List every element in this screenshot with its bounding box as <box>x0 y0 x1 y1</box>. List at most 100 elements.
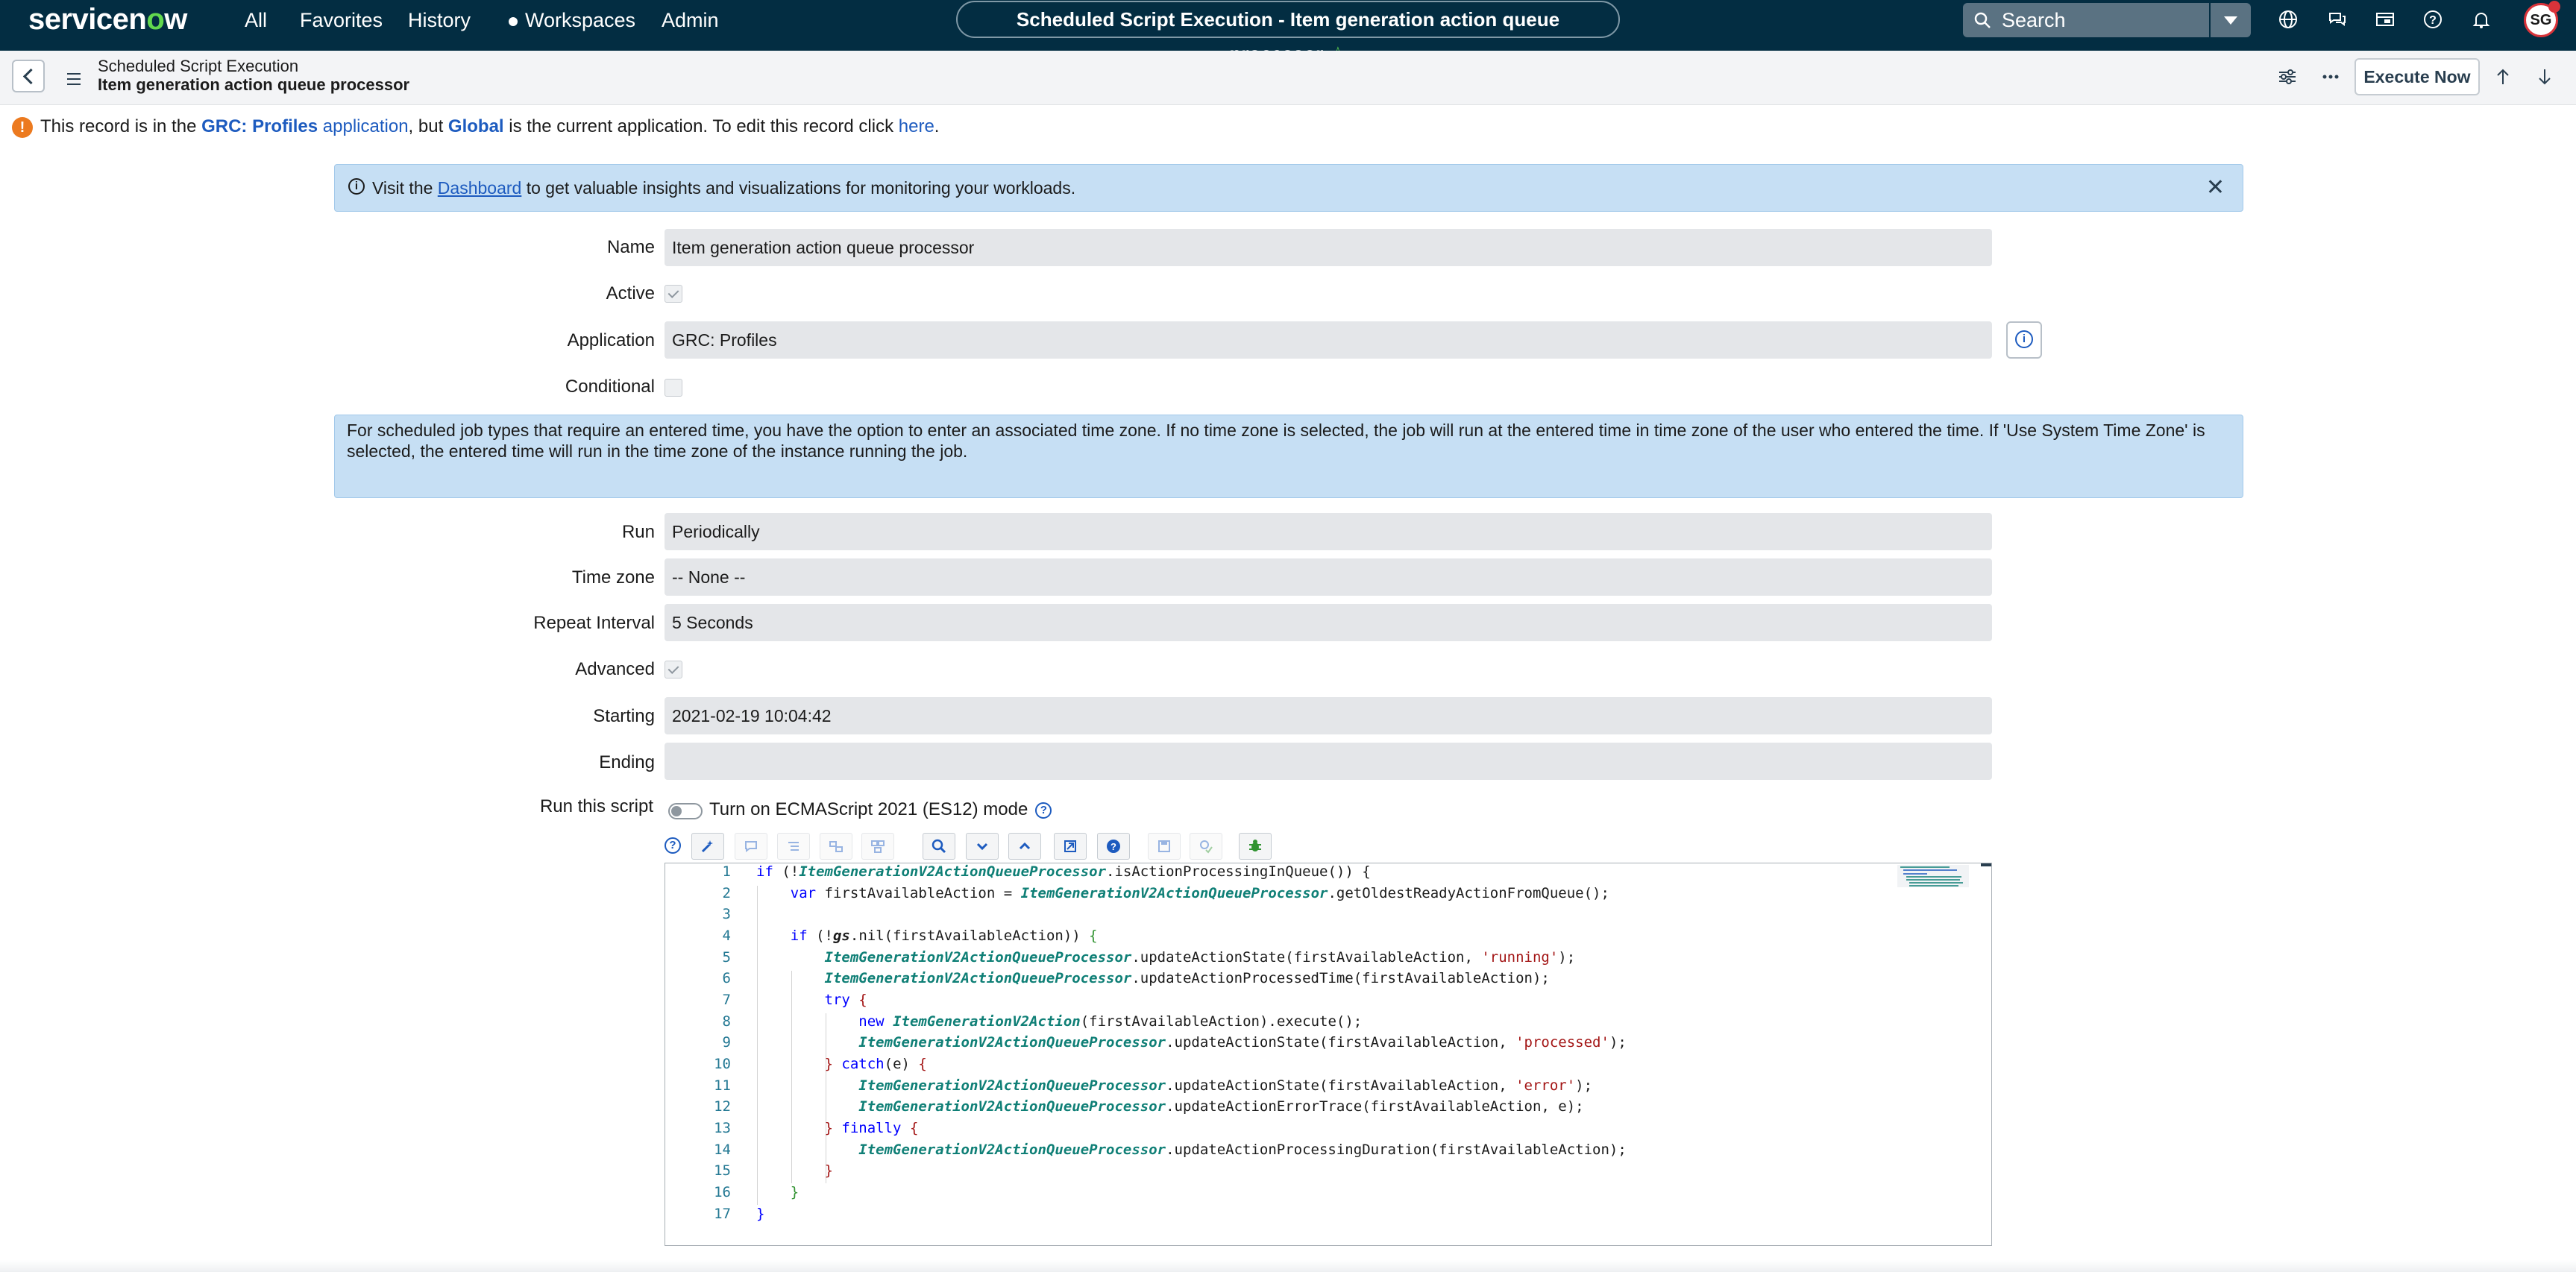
line-number: 12 <box>714 1098 731 1115</box>
active-checkbox[interactable] <box>665 285 682 303</box>
save-icon <box>1158 840 1170 852</box>
next-match-button[interactable] <box>966 833 999 860</box>
line-number: 9 <box>722 1034 731 1051</box>
line-number: 10 <box>714 1056 731 1072</box>
scope-app-link[interactable]: GRC: Profiles <box>201 116 318 136</box>
fullscreen-icon <box>1064 840 1076 852</box>
timezone-label: Time zone <box>571 567 655 588</box>
advanced-checkbox[interactable] <box>665 661 682 678</box>
repeat-interval-label: Repeat Interval <box>533 613 655 633</box>
back-button[interactable] <box>12 60 45 92</box>
dashboard-link[interactable]: Dashboard <box>438 178 522 198</box>
nav-history[interactable]: History <box>408 9 471 32</box>
code-line: ItemGenerationV2ActionQueueProcessor.upd… <box>824 970 1550 986</box>
timezone-select[interactable]: -- None -- <box>665 558 1992 596</box>
replace-all-icon <box>871 840 885 853</box>
save-button[interactable] <box>1148 833 1181 860</box>
application-field[interactable]: GRC: Profiles <box>665 321 1992 359</box>
replace-button[interactable] <box>820 833 852 860</box>
svg-text:?: ? <box>2429 14 2437 27</box>
execute-now-button[interactable]: Execute Now <box>2354 58 2480 95</box>
code-line: ItemGenerationV2ActionQueueProcessor.upd… <box>858 1142 1627 1158</box>
nav-all[interactable]: All <box>245 9 267 32</box>
code-line: if (!ItemGenerationV2ActionQueueProcesso… <box>756 863 1371 880</box>
advanced-label: Advanced <box>575 659 655 679</box>
script-editor[interactable]: 1 2 3 4 5 6 7 8 9 10 11 12 13 14 15 16 1… <box>665 863 1992 1246</box>
form-header: Scheduled Script Execution Item generati… <box>0 51 2576 105</box>
scripting-assistant-icon <box>701 840 713 853</box>
code-line: } <box>824 1162 833 1179</box>
record-display-name: Item generation action queue processor <box>98 75 410 94</box>
globe-icon[interactable] <box>2278 9 2299 30</box>
more-icon[interactable] <box>2319 66 2342 88</box>
timezone-info-banner: For scheduled job types that require an … <box>334 415 2243 498</box>
info-icon: i <box>348 178 365 195</box>
editor-help-icon[interactable]: ? <box>665 837 681 854</box>
nav-favorites[interactable]: Favorites <box>300 9 383 32</box>
editor-help-button[interactable]: ? <box>1097 833 1130 860</box>
warning-icon: ! <box>12 117 33 138</box>
code-line: ItemGenerationV2ActionQueueProcessor.upd… <box>858 1034 1627 1051</box>
scripting-assistant-button[interactable] <box>691 833 724 860</box>
line-number: 7 <box>722 992 731 1008</box>
replace-all-button[interactable] <box>861 833 894 860</box>
conditional-checkbox[interactable] <box>665 379 682 397</box>
format-code-button[interactable] <box>777 833 810 860</box>
code-line: new ItemGenerationV2Action(firstAvailabl… <box>858 1013 1363 1030</box>
name-label: Name <box>606 237 655 257</box>
application-label: Application <box>567 330 655 350</box>
global-search-input[interactable]: Search <box>1963 3 2209 37</box>
servicenow-logo[interactable]: servicenow <box>28 3 187 37</box>
code-minimap[interactable] <box>1897 865 1969 887</box>
arrow-down-icon[interactable] <box>2533 66 2556 88</box>
user-avatar[interactable]: SG <box>2524 1 2560 37</box>
scope-notice-text: This record is in the GRC: Profiles appl… <box>40 116 940 136</box>
application-info-button[interactable] <box>2006 321 2042 359</box>
syntax-check-button[interactable] <box>1190 833 1222 860</box>
run-select[interactable]: Periodically <box>665 513 1992 550</box>
context-title-pill[interactable]: Scheduled Script Execution - Item genera… <box>956 1 1620 65</box>
search-icon <box>1974 12 1991 28</box>
help-icon: ? <box>1107 840 1120 853</box>
line-number: 1 <box>722 863 731 880</box>
arrow-up-icon[interactable] <box>2492 66 2514 88</box>
line-number: 11 <box>714 1077 731 1094</box>
previous-icon <box>1019 842 1031 850</box>
debug-icon <box>1249 840 1261 851</box>
line-number: 3 <box>722 906 731 922</box>
next-icon <box>976 843 988 851</box>
current-app-link[interactable]: Global <box>448 116 504 136</box>
line-number: 8 <box>722 1013 731 1030</box>
name-field[interactable]: Item generation action queue processor <box>665 229 1992 266</box>
context-menu-icon[interactable] <box>67 73 81 89</box>
code-line: ItemGenerationV2ActionQueueProcessor.upd… <box>858 1077 1593 1094</box>
ending-field[interactable] <box>665 743 1992 780</box>
editor-scrollbar[interactable] <box>1981 863 1991 866</box>
code-line: try { <box>824 992 867 1008</box>
scope-app-word-link[interactable]: application <box>323 116 409 136</box>
nav-admin[interactable]: Admin <box>662 9 719 32</box>
es12-toggle[interactable] <box>668 803 703 819</box>
toggle-comment-button[interactable] <box>735 833 767 860</box>
code-line: } finally { <box>824 1120 919 1136</box>
settings-sliders-icon[interactable] <box>2276 66 2299 88</box>
fullscreen-button[interactable] <box>1054 833 1087 860</box>
repeat-interval-field[interactable]: 5 Seconds <box>665 604 1992 641</box>
search-button[interactable] <box>923 833 955 860</box>
es12-help-icon[interactable]: ? <box>1035 802 1052 819</box>
chat-icon[interactable] <box>2327 9 2348 30</box>
edit-here-link[interactable]: here <box>899 116 934 136</box>
ending-label: Ending <box>599 752 655 772</box>
starting-field[interactable]: 2021-02-19 10:04:42 <box>665 697 1992 734</box>
search-scope-dropdown[interactable] <box>2211 3 2251 37</box>
nav-workspaces[interactable]: Workspaces <box>509 9 635 32</box>
close-icon[interactable]: ✕ <box>2206 165 2225 211</box>
showcase-icon[interactable] <box>2375 9 2396 30</box>
help-icon[interactable]: ? <box>2422 9 2443 30</box>
workspaces-dot-icon <box>509 16 518 26</box>
record-table-name: Scheduled Script Execution <box>98 57 299 75</box>
debug-button[interactable] <box>1239 833 1272 860</box>
bell-icon[interactable] <box>2471 9 2492 30</box>
previous-match-button[interactable] <box>1008 833 1041 860</box>
line-number: 17 <box>714 1206 731 1222</box>
